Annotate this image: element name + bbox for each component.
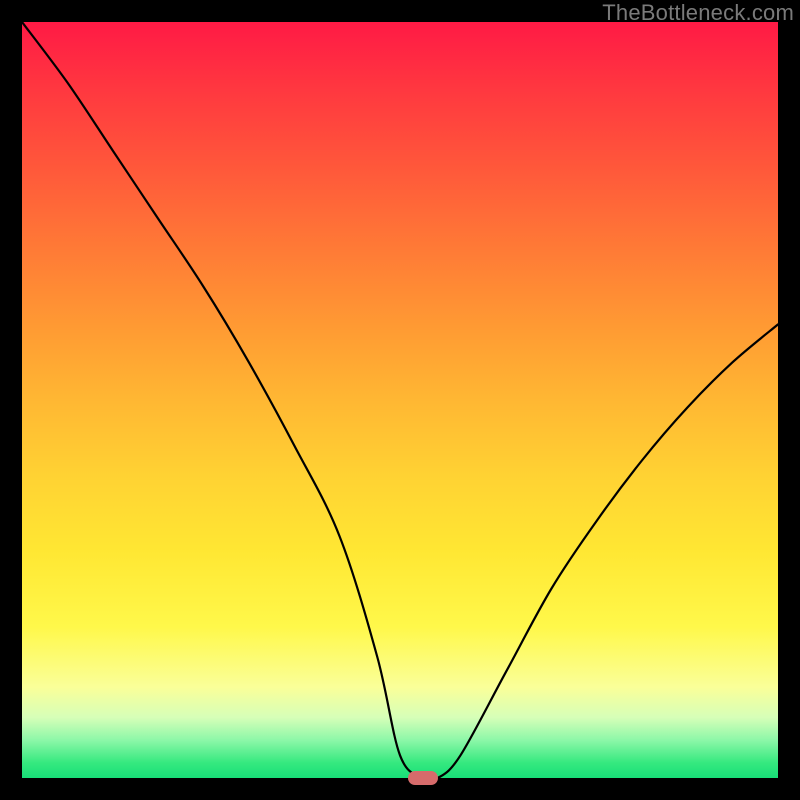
bottleneck-curve <box>22 22 778 778</box>
chart-frame: TheBottleneck.com <box>0 0 800 800</box>
plot-area <box>22 22 778 778</box>
watermark-text: TheBottleneck.com <box>602 0 794 26</box>
optimal-marker <box>408 771 438 785</box>
